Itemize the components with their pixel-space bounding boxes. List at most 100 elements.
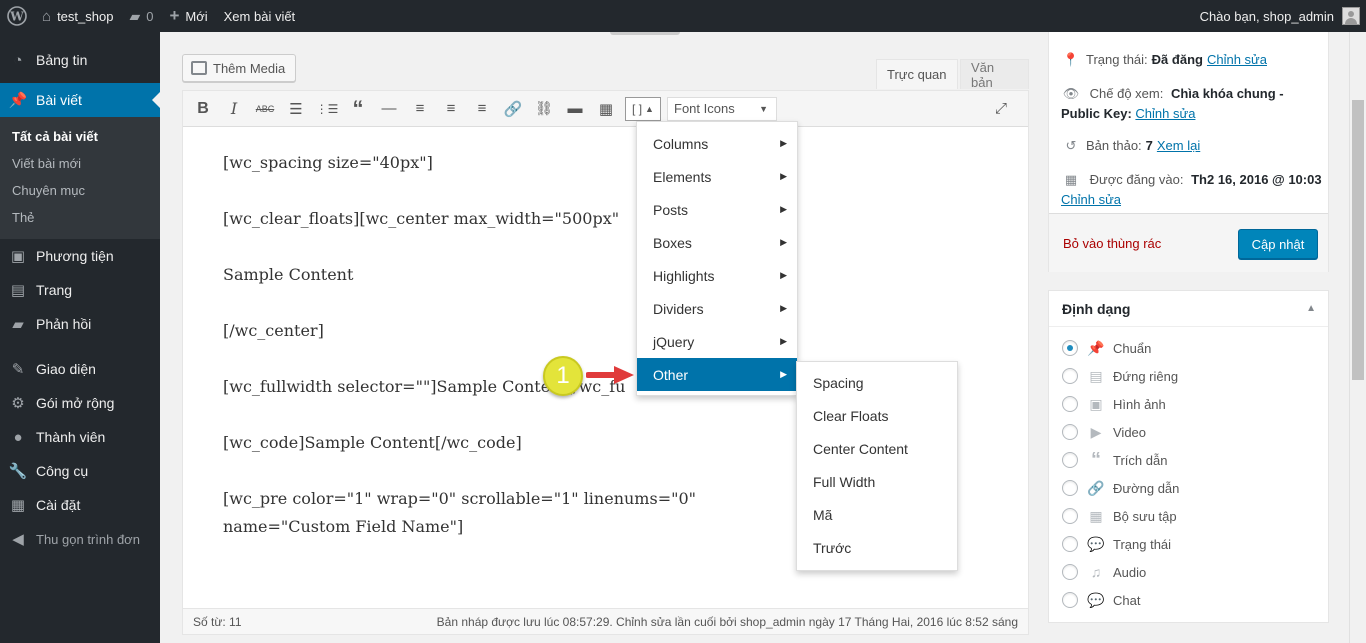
format-box-header[interactable]: Định dạng ▲: [1049, 291, 1328, 327]
menu-item-columns[interactable]: Columns ▶: [637, 127, 797, 160]
format-label: Đứng riêng: [1113, 368, 1179, 384]
submenu-item-full-width[interactable]: Full Width: [797, 465, 957, 498]
comments-link[interactable]: ▰ 0: [121, 0, 161, 32]
align-left-button[interactable]: ≡: [408, 97, 432, 121]
menu-item-users[interactable]: ● Thành viên: [0, 420, 160, 454]
radio-button[interactable]: [1062, 536, 1078, 552]
menu-item-posts[interactable]: Posts ▶: [637, 193, 797, 226]
view-post-link[interactable]: Xem bài viết: [216, 0, 304, 32]
update-button[interactable]: Cập nhật: [1238, 229, 1318, 259]
radio-button[interactable]: [1062, 396, 1078, 412]
read-more-button[interactable]: ▬: [563, 97, 587, 121]
format-option-audio[interactable]: ♫ Audio: [1062, 562, 1146, 582]
wordpress-logo-icon[interactable]: W: [0, 0, 34, 32]
format-label: Bộ sưu tập: [1113, 508, 1177, 524]
remove-link-button[interactable]: ⛓: [532, 97, 556, 121]
menu-item-comments[interactable]: ▰ Phản hồi: [0, 307, 160, 341]
menu-item-media[interactable]: ▣ Phương tiện: [0, 239, 160, 273]
menu-label: Bảng tin: [36, 52, 88, 68]
menu-label: Bài viết: [36, 92, 82, 108]
radio-button[interactable]: [1062, 368, 1078, 384]
collapse-menu-button[interactable]: ◀ Thu gọn trình đơn: [0, 522, 160, 556]
format-option-link[interactable]: 🔗 Đường dẫn: [1062, 478, 1179, 498]
radio-button[interactable]: [1062, 564, 1078, 580]
menu-item-posts[interactable]: 📌 Bài viết: [0, 83, 160, 117]
submenu-item-categories[interactable]: Chuyên mục: [0, 177, 160, 204]
radio-button[interactable]: [1062, 424, 1078, 440]
italic-button[interactable]: I: [222, 97, 246, 121]
align-center-button[interactable]: ≡: [439, 97, 463, 121]
submenu-item-tags[interactable]: Thẻ: [0, 204, 160, 231]
paintbrush-icon: ✎: [11, 361, 25, 378]
menu-item-appearance[interactable]: ✎ Giao diện: [0, 352, 160, 386]
fullscreen-button[interactable]: ⤢: [989, 97, 1013, 121]
menu-item-tools[interactable]: 🔧 Công cụ: [0, 454, 160, 488]
menu-item-other[interactable]: Other ▶: [637, 358, 797, 391]
format-option-status[interactable]: 💬 Trạng thái: [1062, 534, 1171, 554]
tab-text[interactable]: Văn bản: [960, 59, 1029, 90]
edit-visibility-link[interactable]: Chỉnh sửa: [1135, 106, 1195, 121]
toolbar-toggle-button[interactable]: ▦: [594, 97, 618, 121]
my-account-link[interactable]: Chào bạn, shop_admin: [1192, 0, 1366, 32]
menu-item-dividers[interactable]: Dividers ▶: [637, 292, 797, 325]
new-label: Mới: [185, 8, 208, 24]
format-option-aside[interactable]: ▤ Đứng riêng: [1062, 366, 1178, 386]
admin-menu: ◔ Bảng tin 📌 Bài viết Tất cả bài viết Vi…: [0, 32, 160, 643]
visibility-row: 👁 Chế độ xem: Chìa khóa chung - Public K…: [1061, 84, 1323, 124]
menu-item-pages[interactable]: ▤ Trang: [0, 273, 160, 307]
scrollbar-thumb[interactable]: [1352, 100, 1364, 380]
radio-button[interactable]: [1062, 508, 1078, 524]
toggle-arrow-icon[interactable]: ▲: [1306, 303, 1316, 314]
radio-button[interactable]: [1062, 592, 1078, 608]
align-right-button[interactable]: ≡: [470, 97, 494, 121]
submenu-item-all-posts[interactable]: Tất cả bài viết: [0, 123, 160, 150]
submenu-item-code[interactable]: Mã: [797, 498, 957, 531]
format-option-chat[interactable]: 💬 Chat: [1062, 590, 1140, 610]
pushpin-icon: 📌: [8, 92, 28, 109]
blockquote-button[interactable]: “: [346, 96, 370, 121]
font-icons-dropdown[interactable]: Font Icons ▼: [667, 96, 777, 121]
comment-icon: ▰: [129, 7, 141, 24]
add-media-button[interactable]: Thêm Media: [182, 54, 297, 82]
submenu-item-clear-floats[interactable]: Clear Floats: [797, 399, 957, 432]
video-icon: ▶: [1090, 423, 1102, 440]
menu-item-jquery[interactable]: jQuery ▶: [637, 325, 797, 358]
submenu-item-center-content[interactable]: Center Content: [797, 432, 957, 465]
trash-link[interactable]: Bỏ vào thùng rác: [1063, 236, 1161, 251]
bullet-list-button[interactable]: ☰: [284, 97, 308, 121]
radio-button[interactable]: [1062, 340, 1078, 356]
svg-text:W: W: [9, 10, 24, 24]
menu-item-elements[interactable]: Elements ▶: [637, 160, 797, 193]
submenu-item-spacing[interactable]: Spacing: [797, 366, 957, 399]
submenu-item-pre[interactable]: Trước: [797, 531, 957, 564]
format-option-quote[interactable]: “ Trích dẫn: [1062, 449, 1167, 471]
numbered-list-button[interactable]: ⋮☰: [315, 97, 339, 121]
format-option-standard[interactable]: 📌 Chuẩn: [1062, 338, 1151, 358]
format-option-video[interactable]: ▶ Video: [1062, 422, 1146, 442]
menu-item-boxes[interactable]: Boxes ▶: [637, 226, 797, 259]
page-scrollbar[interactable]: [1349, 32, 1366, 643]
bold-button[interactable]: B: [191, 97, 215, 121]
menu-item-settings[interactable]: ▦ Cài đặt: [0, 488, 160, 522]
new-content-link[interactable]: + Mới: [161, 0, 215, 32]
image-icon: ▣: [1089, 395, 1103, 412]
site-name-link[interactable]: ⌂ test_shop: [34, 0, 121, 32]
format-option-image[interactable]: ▣ Hình ảnh: [1062, 394, 1166, 414]
browse-revisions-link[interactable]: Xem lại: [1157, 136, 1200, 156]
insert-link-button[interactable]: 🔗: [501, 97, 525, 121]
menu-item-dashboard[interactable]: ◔ Bảng tin: [0, 43, 160, 77]
tab-visual[interactable]: Trực quan: [876, 59, 958, 89]
format-option-gallery[interactable]: ▦ Bộ sưu tập: [1062, 506, 1177, 526]
edit-status-link[interactable]: Chỉnh sửa: [1207, 50, 1267, 70]
horizontal-line-button[interactable]: —: [377, 97, 401, 121]
menu-item-highlights[interactable]: Highlights ▶: [637, 259, 797, 292]
radio-button[interactable]: [1062, 480, 1078, 496]
submenu-item-new-post[interactable]: Viết bài mới: [0, 150, 160, 177]
menu-item-plugins[interactable]: ⚙ Gói mở rộng: [0, 386, 160, 420]
strikethrough-button[interactable]: ABC: [253, 97, 277, 121]
radio-button[interactable]: [1062, 452, 1078, 468]
format-label: Trạng thái: [1113, 536, 1172, 552]
shortcode-menu-button[interactable]: [ ] ▲: [625, 96, 661, 121]
edit-date-link[interactable]: Chỉnh sửa: [1061, 192, 1121, 207]
page-icon: ▤: [10, 282, 26, 299]
